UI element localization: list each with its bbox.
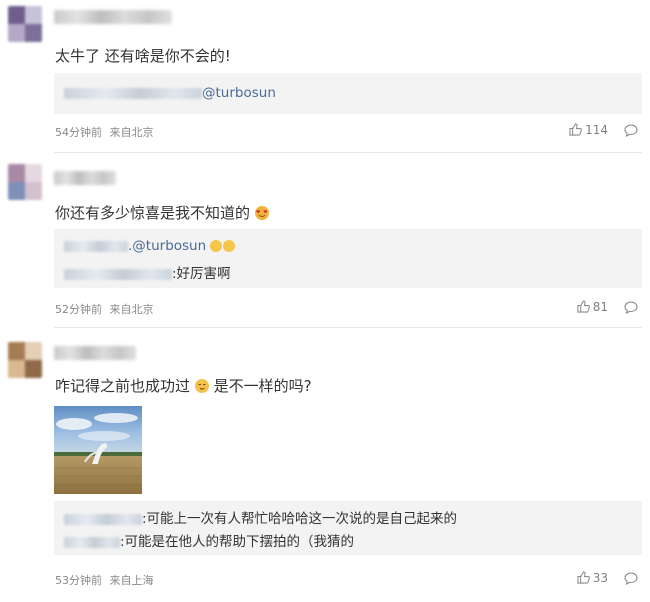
avatar[interactable] — [8, 342, 42, 378]
username-blurred[interactable] — [54, 10, 172, 24]
reply-user-blurred[interactable] — [64, 536, 120, 548]
comment-1: 太牛了 还有啥是你不会的! @turbosun 54分钟前 来自北京 114 — [0, 0, 650, 150]
reply-user-blurred[interactable] — [64, 513, 142, 525]
reply-mention[interactable]: @turbosun — [202, 85, 276, 101]
comment-text-content: 咋记得之前也成功过 — [55, 377, 191, 395]
reply-user-blurred[interactable] — [64, 87, 202, 99]
username-blurred[interactable] — [54, 346, 136, 360]
like-button[interactable]: 33 — [577, 571, 608, 585]
thumbs-up-icon — [577, 300, 590, 313]
like-count: 114 — [585, 123, 608, 137]
reply-box: .@turbosun :好厉害啊 — [54, 229, 642, 288]
comment-meta: 54分钟前 来自北京 — [55, 124, 154, 140]
reply-text: :好厉害啊 — [172, 266, 231, 282]
attached-photo[interactable] — [54, 406, 142, 494]
reply-box: @turbosun — [54, 73, 642, 114]
location: 来自北京 — [109, 126, 154, 139]
comment-2: 你还有多少惊喜是我不知道的 .@turbosun :好厉害啊 52分钟前 来自北… — [0, 152, 650, 326]
comment-text-content: 你还有多少惊喜是我不知道的 — [55, 204, 251, 222]
like-button[interactable]: 114 — [569, 123, 608, 137]
reply-line: .@turbosun — [64, 238, 236, 254]
avatar[interactable] — [8, 6, 42, 42]
reply-line: :可能是在他人的帮助下摆拍的（我猜的 — [64, 530, 354, 550]
heart-eyes-emoji-icon — [254, 206, 269, 220]
smirk-emoji-icon — [194, 379, 209, 393]
laughing-emoji-icon — [210, 240, 223, 252]
comment-text: 咋记得之前也成功过 是不一样的吗? — [55, 375, 312, 396]
username-blurred[interactable] — [54, 171, 116, 185]
timestamp: 54分钟前 — [55, 126, 102, 139]
like-count: 33 — [592, 571, 608, 585]
reply-user-blurred[interactable] — [64, 240, 128, 252]
reply-text: :可能是在他人的帮助下摆拍的（我猜的 — [120, 534, 355, 550]
avatar[interactable] — [8, 164, 42, 200]
reply-text: :可能上一次有人帮忙哈哈哈这一次说的是自己起来的 — [142, 511, 458, 527]
timestamp: 52分钟前 — [55, 303, 102, 316]
speech-bubble-icon[interactable] — [624, 572, 638, 585]
reply-user-blurred[interactable] — [64, 268, 172, 280]
reply-line: :好厉害啊 — [64, 262, 231, 282]
comment-meta: 53分钟前 来自上海 — [55, 572, 154, 588]
speech-bubble-icon[interactable] — [624, 124, 638, 137]
comment-text: 太牛了 还有啥是你不会的! — [55, 47, 231, 65]
reply-line: @turbosun — [64, 85, 276, 101]
thumbs-up-icon — [569, 123, 582, 136]
like-count: 81 — [592, 300, 608, 314]
reply-box: :可能上一次有人帮忙哈哈哈这一次说的是自己起来的 :可能是在他人的帮助下摆拍的（… — [54, 501, 642, 555]
location: 来自北京 — [109, 303, 154, 316]
thumbs-up-icon — [577, 571, 590, 584]
reply-line: :可能上一次有人帮忙哈哈哈这一次说的是自己起来的 — [64, 507, 457, 527]
like-button[interactable]: 81 — [577, 300, 608, 314]
comment-3: 咋记得之前也成功过 是不一样的吗?:可能上一次有人帮忙哈哈哈这一次说的是自己起… — [0, 327, 650, 602]
reply-mention[interactable]: .@turbosun — [128, 238, 206, 254]
comment-meta: 52分钟前 来自北京 — [55, 301, 154, 317]
speech-bubble-icon[interactable] — [624, 301, 638, 314]
comment-text-content: 是不一样的吗? — [208, 377, 312, 395]
timestamp: 53分钟前 — [55, 574, 102, 587]
laughing-emoji-icon — [223, 240, 236, 252]
location: 来自上海 — [109, 574, 154, 587]
comment-text: 你还有多少惊喜是我不知道的 — [55, 202, 269, 223]
